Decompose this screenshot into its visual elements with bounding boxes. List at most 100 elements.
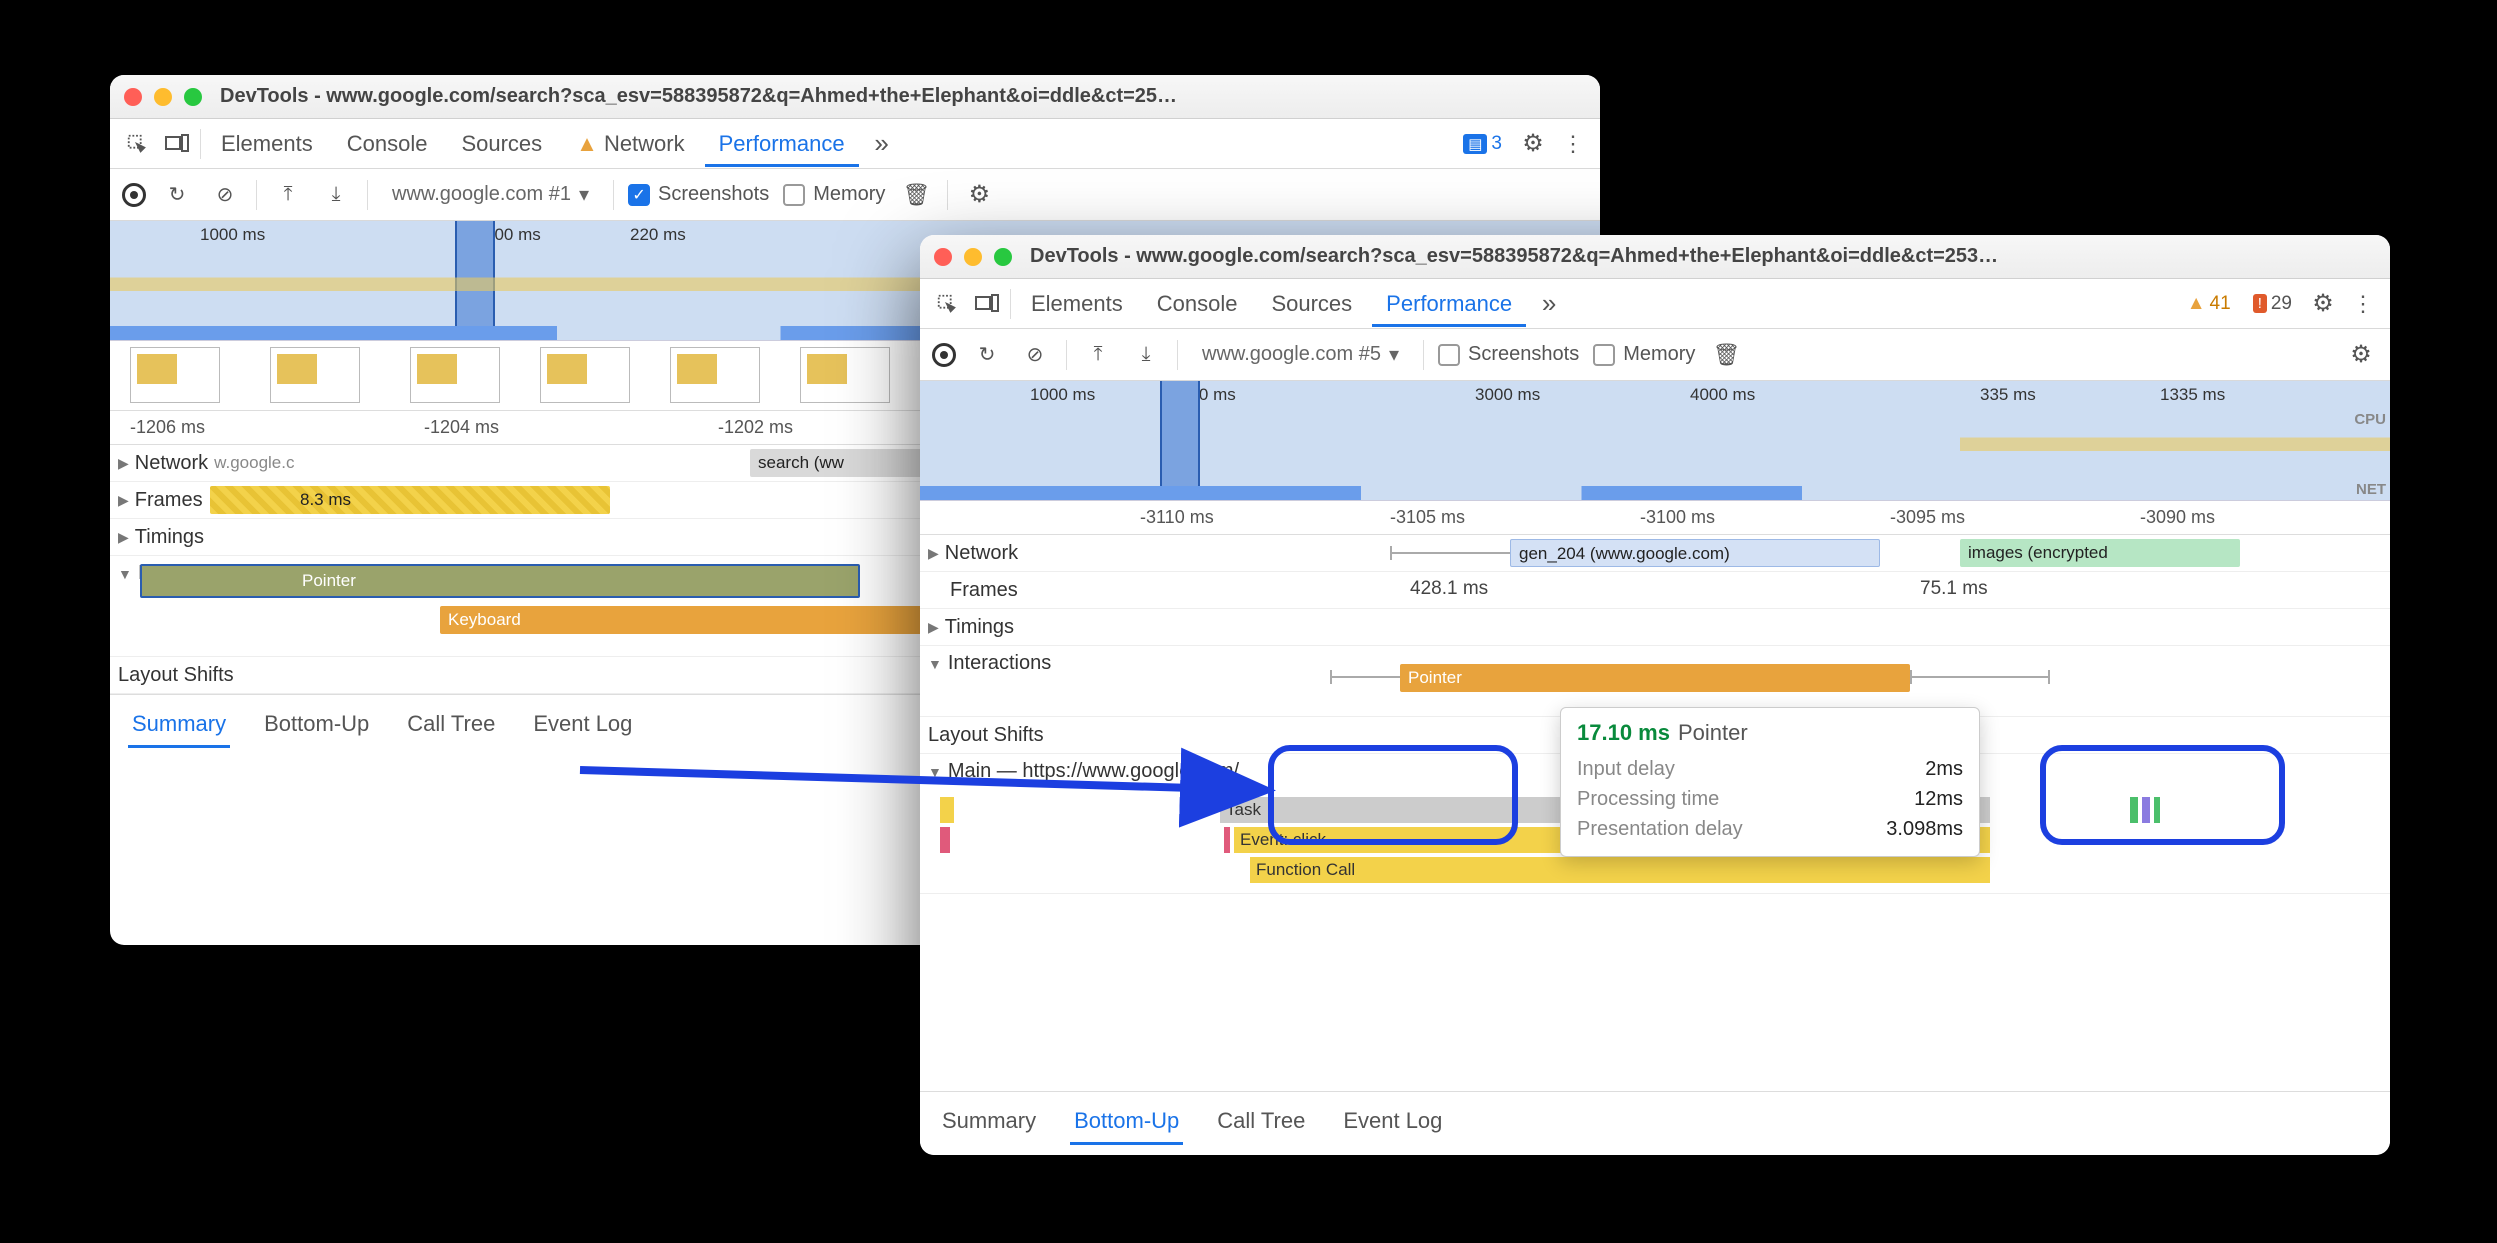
reload-button[interactable]: ↻ xyxy=(160,178,194,212)
more-tabs-icon[interactable] xyxy=(1532,287,1566,321)
upload-icon[interactable]: ⤒ xyxy=(271,178,305,212)
close-icon[interactable] xyxy=(124,88,142,106)
kebab-icon[interactable]: ⋮ xyxy=(1556,127,1590,161)
timeline-ruler[interactable]: -3110 ms -3105 ms -3100 ms -3095 ms -309… xyxy=(920,501,2390,535)
flame-bar[interactable] xyxy=(2130,797,2138,823)
reload-button[interactable]: ↻ xyxy=(970,338,1004,372)
screenshots-toggle[interactable]: Screenshots xyxy=(1438,343,1579,366)
titlebar[interactable]: DevTools - www.google.com/search?sca_esv… xyxy=(110,75,1600,119)
tab-summary[interactable]: Summary xyxy=(938,1102,1040,1145)
flame-bar[interactable] xyxy=(2142,797,2150,823)
screenshot-thumb[interactable] xyxy=(130,347,220,403)
memory-toggle[interactable]: Memory xyxy=(1593,343,1695,366)
tab-elements[interactable]: Elements xyxy=(207,121,327,167)
tab-summary[interactable]: Summary xyxy=(128,705,230,748)
overview-tick: 1000 ms xyxy=(1030,385,1095,405)
download-icon[interactable]: ⤓ xyxy=(1129,338,1163,372)
pointer-interaction-bar[interactable]: Pointer xyxy=(1400,664,1910,692)
network-bar[interactable]: images (encrypted xyxy=(1960,539,2240,567)
pointer-interaction-bar[interactable]: Pointer xyxy=(140,564,860,598)
tab-sources[interactable]: Sources xyxy=(1257,281,1366,327)
screenshots-toggle[interactable]: Screenshots xyxy=(628,183,769,206)
tracks: ▶Network gen_204 (www.google.com) images… xyxy=(920,535,2390,894)
maximize-icon[interactable] xyxy=(994,248,1012,266)
tab-performance[interactable]: Performance xyxy=(705,121,859,167)
tab-sources[interactable]: Sources xyxy=(447,121,556,167)
close-icon[interactable] xyxy=(934,248,952,266)
caret-icon[interactable]: ▼ xyxy=(928,656,942,672)
tab-event-log[interactable]: Event Log xyxy=(529,705,636,748)
screenshot-thumb[interactable] xyxy=(800,347,890,403)
maximize-icon[interactable] xyxy=(184,88,202,106)
caret-icon[interactable]: ▼ xyxy=(118,566,132,582)
tab-elements[interactable]: Elements xyxy=(1017,281,1137,327)
trash-icon[interactable] xyxy=(899,178,933,212)
tab-bottom-up[interactable]: Bottom-Up xyxy=(260,705,373,748)
capture-settings-icon[interactable] xyxy=(962,178,996,212)
clear-button[interactable]: ⊘ xyxy=(1018,338,1052,372)
kebab-icon[interactable]: ⋮ xyxy=(2346,287,2380,321)
flame-bar[interactable] xyxy=(940,797,954,823)
recording-dropdown[interactable]: www.google.com #1▾ xyxy=(382,178,599,211)
clear-button[interactable]: ⊘ xyxy=(208,178,242,212)
window-title: DevTools - www.google.com/search?sca_esv… xyxy=(220,85,1177,108)
messages-badge[interactable]: ▤3 xyxy=(1455,131,1510,157)
flame-bar[interactable] xyxy=(940,827,950,853)
settings-icon[interactable] xyxy=(2306,287,2340,321)
tab-call-tree[interactable]: Call Tree xyxy=(1213,1102,1309,1145)
record-button[interactable] xyxy=(122,183,146,207)
tab-performance[interactable]: Performance xyxy=(1372,281,1526,327)
titlebar[interactable]: DevTools - www.google.com/search?sca_esv… xyxy=(920,235,2390,279)
inspect-icon[interactable] xyxy=(120,127,154,161)
upload-icon[interactable]: ⤒ xyxy=(1081,338,1115,372)
settings-icon[interactable] xyxy=(1516,127,1550,161)
screenshot-thumb[interactable] xyxy=(670,347,760,403)
more-tabs-icon[interactable] xyxy=(865,127,899,161)
screenshot-thumb[interactable] xyxy=(540,347,630,403)
devtools-tabs: Elements Console Sources ▲Network Perfor… xyxy=(110,119,1600,169)
device-icon[interactable] xyxy=(160,127,194,161)
recording-dropdown[interactable]: www.google.com #5▾ xyxy=(1192,338,1409,371)
record-button[interactable] xyxy=(932,343,956,367)
screenshot-thumb[interactable] xyxy=(410,347,500,403)
device-icon[interactable] xyxy=(970,287,1004,321)
frame-bar[interactable]: 8.3 ms xyxy=(210,486,610,514)
tab-console[interactable]: Console xyxy=(333,121,442,167)
flame-bar[interactable] xyxy=(2154,797,2160,823)
caret-icon[interactable]: ▼ xyxy=(928,764,942,780)
tab-network[interactable]: ▲Network xyxy=(562,121,698,167)
download-icon[interactable]: ⤓ xyxy=(319,178,353,212)
capture-settings-icon[interactable] xyxy=(2344,338,2378,372)
track-network[interactable]: ▶Network gen_204 (www.google.com) images… xyxy=(920,535,2390,572)
tab-console[interactable]: Console xyxy=(1143,281,1252,327)
minimize-icon[interactable] xyxy=(964,248,982,266)
track-label: Frames xyxy=(135,489,203,512)
caret-icon[interactable]: ▶ xyxy=(118,455,129,472)
network-bar[interactable]: gen_204 (www.google.com) xyxy=(1510,539,1880,567)
divider xyxy=(367,180,368,210)
ruler-tick: -3090 ms xyxy=(2140,507,2390,528)
trash-icon[interactable] xyxy=(1709,338,1743,372)
minimize-icon[interactable] xyxy=(154,88,172,106)
warnings-badge[interactable]: ▲41 xyxy=(2179,291,2239,317)
tab-call-tree[interactable]: Call Tree xyxy=(403,705,499,748)
track-frames[interactable]: Frames 428.1 ms 75.1 ms xyxy=(920,572,2390,609)
flame-bar[interactable] xyxy=(1224,827,1230,853)
tab-bottom-up[interactable]: Bottom-Up xyxy=(1070,1102,1183,1145)
tab-event-log[interactable]: Event Log xyxy=(1339,1102,1446,1145)
checkbox-icon xyxy=(1438,344,1460,366)
overview-pane[interactable]: 1000 ms 000 ms 3000 ms 4000 ms 335 ms 13… xyxy=(920,381,2390,501)
caret-icon[interactable]: ▶ xyxy=(928,619,939,636)
divider xyxy=(256,180,257,210)
errors-badge[interactable]: !29 xyxy=(2245,291,2300,317)
caret-icon[interactable]: ▶ xyxy=(118,492,129,509)
memory-toggle[interactable]: Memory xyxy=(783,183,885,206)
caret-icon[interactable]: ▶ xyxy=(928,545,939,562)
chevron-down-icon: ▾ xyxy=(579,182,589,207)
overview-selection-handle[interactable] xyxy=(1160,381,1200,500)
inspect-icon[interactable] xyxy=(930,287,964,321)
caret-icon[interactable]: ▶ xyxy=(118,529,129,546)
screenshot-thumb[interactable] xyxy=(270,347,360,403)
track-timings[interactable]: ▶Timings xyxy=(920,609,2390,646)
function-bar[interactable]: Function Call xyxy=(1250,857,1990,883)
